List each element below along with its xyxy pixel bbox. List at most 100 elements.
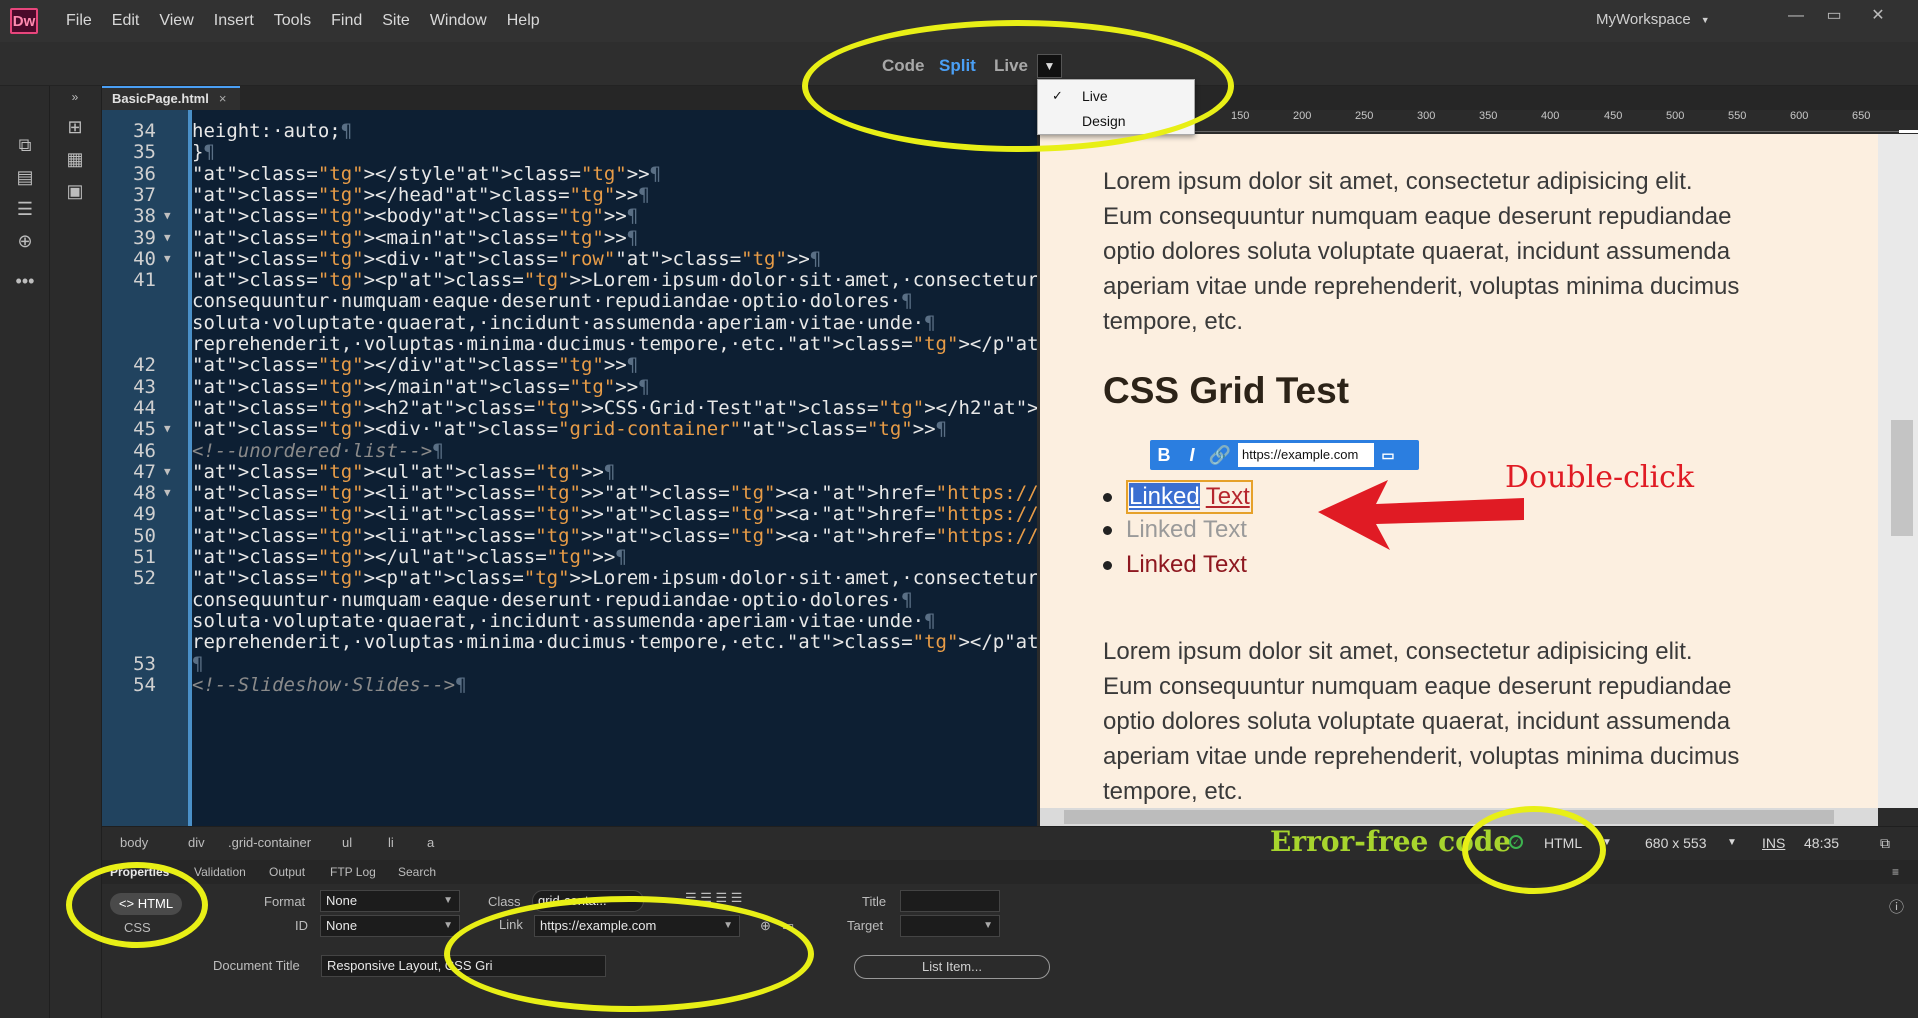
- properties-icon[interactable]: ▦: [62, 148, 88, 170]
- chevron-down-icon[interactable]: ▼: [1727, 837, 1737, 848]
- help-icon[interactable]: ⓘ: [1889, 896, 1904, 917]
- ruler-tick: 250: [1355, 110, 1374, 122]
- restore-button[interactable]: ▭: [1814, 4, 1854, 28]
- paragraph-line: aperiam vitae unde reprehenderit, volupt…: [1103, 743, 1740, 770]
- cursor-position: 48:35: [1804, 835, 1840, 851]
- link-text[interactable]: Linked Text: [1126, 550, 1247, 580]
- paragraph-line: optio dolores soluta voluptate quaerat, …: [1103, 708, 1731, 735]
- menu-help[interactable]: Help: [497, 0, 550, 42]
- paragraph-line: aperiam vitae unde reprehenderit, volupt…: [1103, 273, 1740, 300]
- panel-menu-icon[interactable]: ≡: [1892, 860, 1899, 884]
- expand-icon[interactable]: »: [62, 86, 88, 108]
- error-free-highlight: [1462, 806, 1606, 894]
- properties-panel: <> HTML CSS Format None ▼ ID None ▼ Class …: [102, 884, 1918, 1018]
- link-rest[interactable]: Text: [1206, 483, 1250, 510]
- live-horizontal-scrollbar[interactable]: [1040, 808, 1878, 826]
- workspace-switcher[interactable]: MyWorkspace ▼: [1596, 11, 1710, 28]
- list-item: Linked Text: [1103, 515, 1247, 545]
- tab-ftp-log[interactable]: FTP Log: [330, 860, 376, 884]
- bullet-icon: [1103, 560, 1112, 570]
- breadcrumb-a[interactable]: a: [427, 835, 434, 850]
- menu-window[interactable]: Window: [420, 0, 497, 42]
- format-label: Format: [264, 894, 306, 909]
- left-toolbar: ⧉ ▤ ☰ ⊕ •••: [0, 86, 50, 1018]
- menu-tools[interactable]: Tools: [264, 0, 321, 42]
- id-select[interactable]: None ▼: [320, 915, 460, 937]
- menu-file[interactable]: File: [56, 0, 102, 42]
- link-field-highlight: [444, 896, 814, 1012]
- scroll-thumb[interactable]: [1891, 420, 1913, 536]
- paragraph-line: tempore, etc.: [1103, 778, 1244, 805]
- menu-site[interactable]: Site: [372, 0, 420, 42]
- target-icon[interactable]: ⊕: [12, 230, 38, 252]
- link-text[interactable]: Linked Text: [1126, 515, 1247, 545]
- breadcrumb-grid-container[interactable]: .grid-container: [228, 835, 311, 850]
- preview-icon[interactable]: ⧉: [1880, 835, 1890, 852]
- tab-output[interactable]: Output: [269, 860, 305, 884]
- ruler-tick: 550: [1728, 110, 1747, 122]
- list-item-button[interactable]: List Item...: [854, 955, 1050, 979]
- folder-icon[interactable]: ▭: [1374, 440, 1402, 470]
- paragraph-line: tempore, etc.: [1103, 308, 1244, 335]
- document-tab-label: BasicPage.html: [112, 91, 209, 106]
- more-icon[interactable]: •••: [12, 270, 38, 292]
- menu-insert[interactable]: Insert: [204, 0, 264, 42]
- close-window-button[interactable]: ✕: [1858, 4, 1898, 28]
- code-line[interactable]: 54 <!--Slideshow·Slides-->¶: [102, 672, 1037, 698]
- dom-tree-icon[interactable]: ⊞: [62, 116, 88, 138]
- breadcrumb-body[interactable]: body: [120, 835, 148, 850]
- italic-button[interactable]: I: [1178, 440, 1206, 470]
- format-icon[interactable]: ☰: [12, 198, 38, 220]
- breadcrumb-div[interactable]: div: [188, 835, 205, 850]
- text-edit-toolbar: B I 🔗 https://example.com ▭: [1150, 440, 1419, 470]
- menu-view[interactable]: View: [149, 0, 203, 42]
- code-view-icon[interactable]: ⧉: [12, 134, 38, 156]
- document-title-label: Document Title: [213, 958, 300, 973]
- menu-edit[interactable]: Edit: [102, 0, 150, 42]
- minimize-button[interactable]: —: [1776, 4, 1816, 28]
- assets-icon[interactable]: ▣: [62, 180, 88, 202]
- file-icon[interactable]: ▤: [12, 166, 38, 188]
- paragraph-line: Eum consequuntur numquam eaque deserunt …: [1103, 673, 1732, 700]
- chevron-down-icon: ▼: [443, 920, 453, 931]
- bold-button[interactable]: B: [1150, 440, 1178, 470]
- target-select[interactable]: ▼: [900, 915, 1000, 937]
- ruler-tick: 450: [1604, 110, 1623, 122]
- id-label: ID: [295, 918, 308, 933]
- ruler-tick: 350: [1479, 110, 1498, 122]
- ruler-tick: 150: [1231, 110, 1250, 122]
- title-label: Title: [862, 894, 887, 909]
- link-url-input[interactable]: https://example.com: [1238, 443, 1374, 467]
- code-text[interactable]: <!--Slideshow·Slides-->¶: [192, 672, 467, 698]
- code-view[interactable]: 34 height:·auto;¶ 35}¶ 36 "at">class="tg"></…: [102, 110, 1037, 826]
- breadcrumb-ul[interactable]: ul: [342, 835, 352, 850]
- view-switch-highlight: [802, 20, 1234, 152]
- workspace-label: MyWorkspace: [1596, 11, 1691, 28]
- ruler-tick: 650: [1852, 110, 1871, 122]
- chevron-down-icon: ▼: [1700, 14, 1710, 25]
- document-tab[interactable]: BasicPage.html ×: [102, 86, 241, 110]
- title-input[interactable]: [900, 890, 1000, 912]
- menu-find[interactable]: Find: [321, 0, 372, 42]
- status-bar: body div .grid-container ul li a Error-f…: [102, 825, 1918, 858]
- scroll-thumb[interactable]: [1064, 810, 1834, 824]
- insert-mode[interactable]: INS: [1762, 835, 1785, 851]
- format-select[interactable]: None ▼: [320, 890, 460, 912]
- paragraph-line: optio dolores soluta voluptate quaerat, …: [1103, 238, 1731, 265]
- ruler-marker: [1899, 130, 1918, 133]
- breadcrumb-li[interactable]: li: [388, 835, 394, 850]
- close-icon[interactable]: ×: [219, 88, 227, 110]
- live-vertical-scrollbar[interactable]: [1878, 134, 1918, 808]
- live-view[interactable]: Lorem ipsum dolor sit amet, consectetur …: [1040, 134, 1878, 808]
- window-size-selector[interactable]: 680 x 553: [1645, 835, 1707, 851]
- bullet-icon: [1103, 492, 1112, 502]
- bullet-icon: [1103, 525, 1112, 535]
- target-label: Target: [847, 918, 884, 933]
- tab-validation[interactable]: Validation: [194, 860, 246, 884]
- html-button-highlight: [66, 862, 208, 948]
- selected-word[interactable]: Linked: [1129, 483, 1200, 510]
- selected-link[interactable]: Linked Text: [1126, 480, 1253, 514]
- link-icon[interactable]: 🔗: [1206, 440, 1234, 470]
- tab-search[interactable]: Search: [398, 860, 436, 884]
- panel-tabs: Properties Validation Output FTP Log Sea…: [102, 860, 1918, 884]
